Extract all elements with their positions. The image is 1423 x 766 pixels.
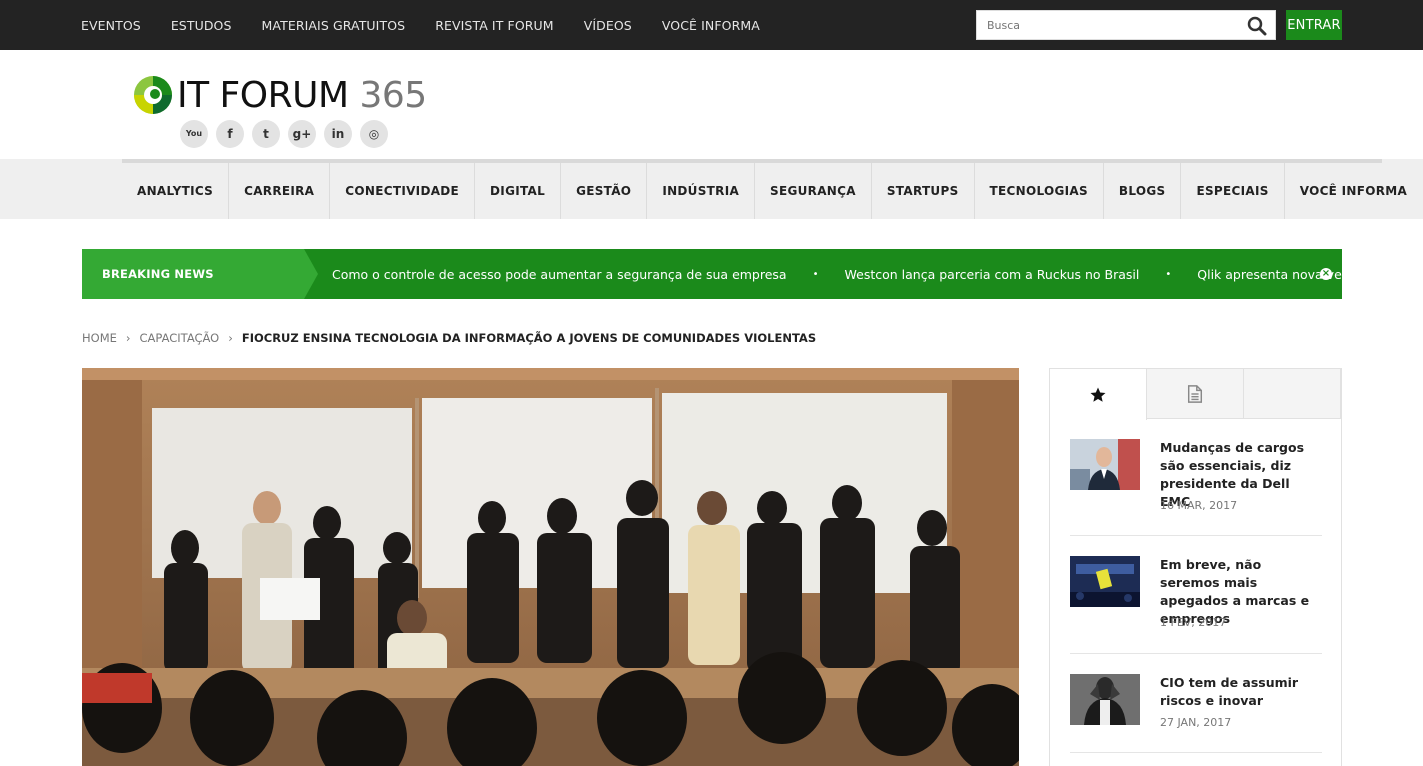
- star-icon: [1090, 387, 1106, 402]
- popular-posts-widget: Mudanças de cargos são essenciais, diz p…: [1049, 368, 1342, 766]
- category-tecnologias[interactable]: TECNOLOGIAS: [975, 163, 1104, 219]
- top-nav-revista-it-forum[interactable]: REVISTA IT FORUM: [435, 18, 554, 33]
- post-date: 16 MAR, 2017: [1160, 499, 1238, 512]
- hero-photo: [82, 368, 1019, 766]
- ticker-item[interactable]: Qlik apresenta nova versão do Qlik Sense: [1197, 267, 1423, 282]
- post-date: 1 FEV, 2017: [1160, 616, 1227, 629]
- facebook-icon[interactable]: f: [216, 120, 244, 148]
- breadcrumb-current: FIOCRUZ ENSINA TECNOLOGIA DA INFORMAÇÃO …: [241, 331, 817, 345]
- tab-recent[interactable]: [1147, 369, 1244, 419]
- breaking-news-bar: BREAKING NEWS Como o controle de acesso …: [82, 249, 1423, 299]
- social-links: You f t g+ in ◎: [180, 120, 396, 148]
- logo-ring-icon: [134, 76, 172, 114]
- logo-wordmark: IT FORUM: [177, 74, 349, 116]
- post-divider: [1070, 653, 1322, 654]
- instagram-icon[interactable]: ◎: [360, 120, 388, 148]
- breadcrumb-home[interactable]: HOME: [82, 331, 117, 345]
- post-thumbnail[interactable]: [1070, 674, 1140, 725]
- post-divider: [1070, 535, 1322, 536]
- linkedin-icon[interactable]: in: [324, 120, 352, 148]
- post-thumbnail-image: [1070, 556, 1140, 607]
- top-bar: EVENTOS ESTUDOS MATERIAIS GRATUITOS REVI…: [0, 0, 1423, 50]
- top-nav-voce-informa[interactable]: VOCÊ INFORMA: [662, 18, 760, 33]
- post-thumbnail[interactable]: [1070, 556, 1140, 607]
- post-thumbnail[interactable]: [1070, 439, 1140, 490]
- breadcrumb-section[interactable]: CAPACITAÇÃO: [140, 331, 220, 345]
- post-thumbnail-image: [1070, 439, 1140, 490]
- category-seguranca[interactable]: SEGURANÇA: [755, 163, 872, 219]
- breaking-news-ticker: Como o controle de acesso pode aumentar …: [332, 249, 1423, 299]
- category-conectividade[interactable]: CONECTIVIDADE: [330, 163, 476, 219]
- category-startups[interactable]: STARTUPS: [872, 163, 975, 219]
- twitter-icon[interactable]: t: [252, 120, 280, 148]
- article-hero-image: [82, 368, 1019, 766]
- category-gestao[interactable]: GESTÃO: [561, 163, 648, 219]
- breadcrumb-separator: ›: [228, 331, 233, 345]
- category-blogs[interactable]: BLOGS: [1104, 163, 1182, 219]
- search-input[interactable]: [977, 11, 1227, 39]
- list-item[interactable]: CIO tem de assumir riscos e inovar 27 JA…: [1070, 674, 1322, 754]
- login-button[interactable]: ENTRAR: [1286, 10, 1342, 40]
- search-icon[interactable]: [1247, 16, 1267, 36]
- top-nav-materiais-gratuitos[interactable]: MATERIAIS GRATUITOS: [262, 18, 406, 33]
- category-list: ANALYTICS CARREIRA CONECTIVIDADE DIGITAL…: [122, 163, 1422, 219]
- breadcrumb: HOME › CAPACITAÇÃO › FIOCRUZ ENSINA TECN…: [82, 331, 816, 345]
- site-logo[interactable]: IT FORUM 365: [131, 70, 441, 120]
- category-digital[interactable]: DIGITAL: [475, 163, 562, 219]
- list-item[interactable]: Em breve, não seremos mais apegados a ma…: [1070, 556, 1322, 636]
- ticker-item[interactable]: Como o controle de acesso pode aumentar …: [332, 267, 787, 282]
- tab-other[interactable]: [1244, 369, 1341, 419]
- post-thumbnail-image: [1070, 674, 1140, 725]
- breadcrumb-separator: ›: [125, 331, 131, 345]
- ticker-item[interactable]: Westcon lança parceria com a Ruckus no B…: [845, 267, 1140, 282]
- top-nav: EVENTOS ESTUDOS MATERIAIS GRATUITOS REVI…: [81, 0, 790, 50]
- category-carreira[interactable]: CARREIRA: [229, 163, 331, 219]
- top-nav-estudos[interactable]: ESTUDOS: [171, 18, 232, 33]
- logo-text: IT FORUM 365: [177, 75, 427, 116]
- document-icon: [1187, 385, 1203, 403]
- list-item[interactable]: Mudanças de cargos são essenciais, diz p…: [1070, 439, 1322, 519]
- ticker-separator: •: [812, 268, 819, 280]
- category-industria[interactable]: INDÚSTRIA: [647, 163, 756, 219]
- search-box: [976, 10, 1276, 40]
- tab-popular[interactable]: [1050, 369, 1147, 420]
- logo-number: 365: [359, 74, 427, 116]
- category-analytics[interactable]: ANALYTICS: [122, 163, 230, 219]
- post-date: 27 JAN, 2017: [1160, 716, 1232, 729]
- category-especiais[interactable]: ESPECIAIS: [1181, 163, 1285, 219]
- widget-tabs: [1050, 369, 1341, 420]
- ticker-separator: •: [1165, 268, 1172, 280]
- close-icon[interactable]: ×: [1320, 268, 1332, 280]
- category-voce-informa[interactable]: VOCÊ INFORMA: [1285, 163, 1422, 219]
- breaking-news-label: BREAKING NEWS: [82, 249, 318, 299]
- google-plus-icon[interactable]: g+: [288, 120, 316, 148]
- post-divider: [1070, 752, 1322, 753]
- category-nav: ANALYTICS CARREIRA CONECTIVIDADE DIGITAL…: [0, 159, 1423, 219]
- top-nav-videos[interactable]: VÍDEOS: [584, 18, 632, 33]
- top-nav-eventos[interactable]: EVENTOS: [81, 18, 141, 33]
- youtube-icon[interactable]: You: [180, 120, 208, 148]
- post-title[interactable]: CIO tem de assumir riscos e inovar: [1160, 674, 1322, 710]
